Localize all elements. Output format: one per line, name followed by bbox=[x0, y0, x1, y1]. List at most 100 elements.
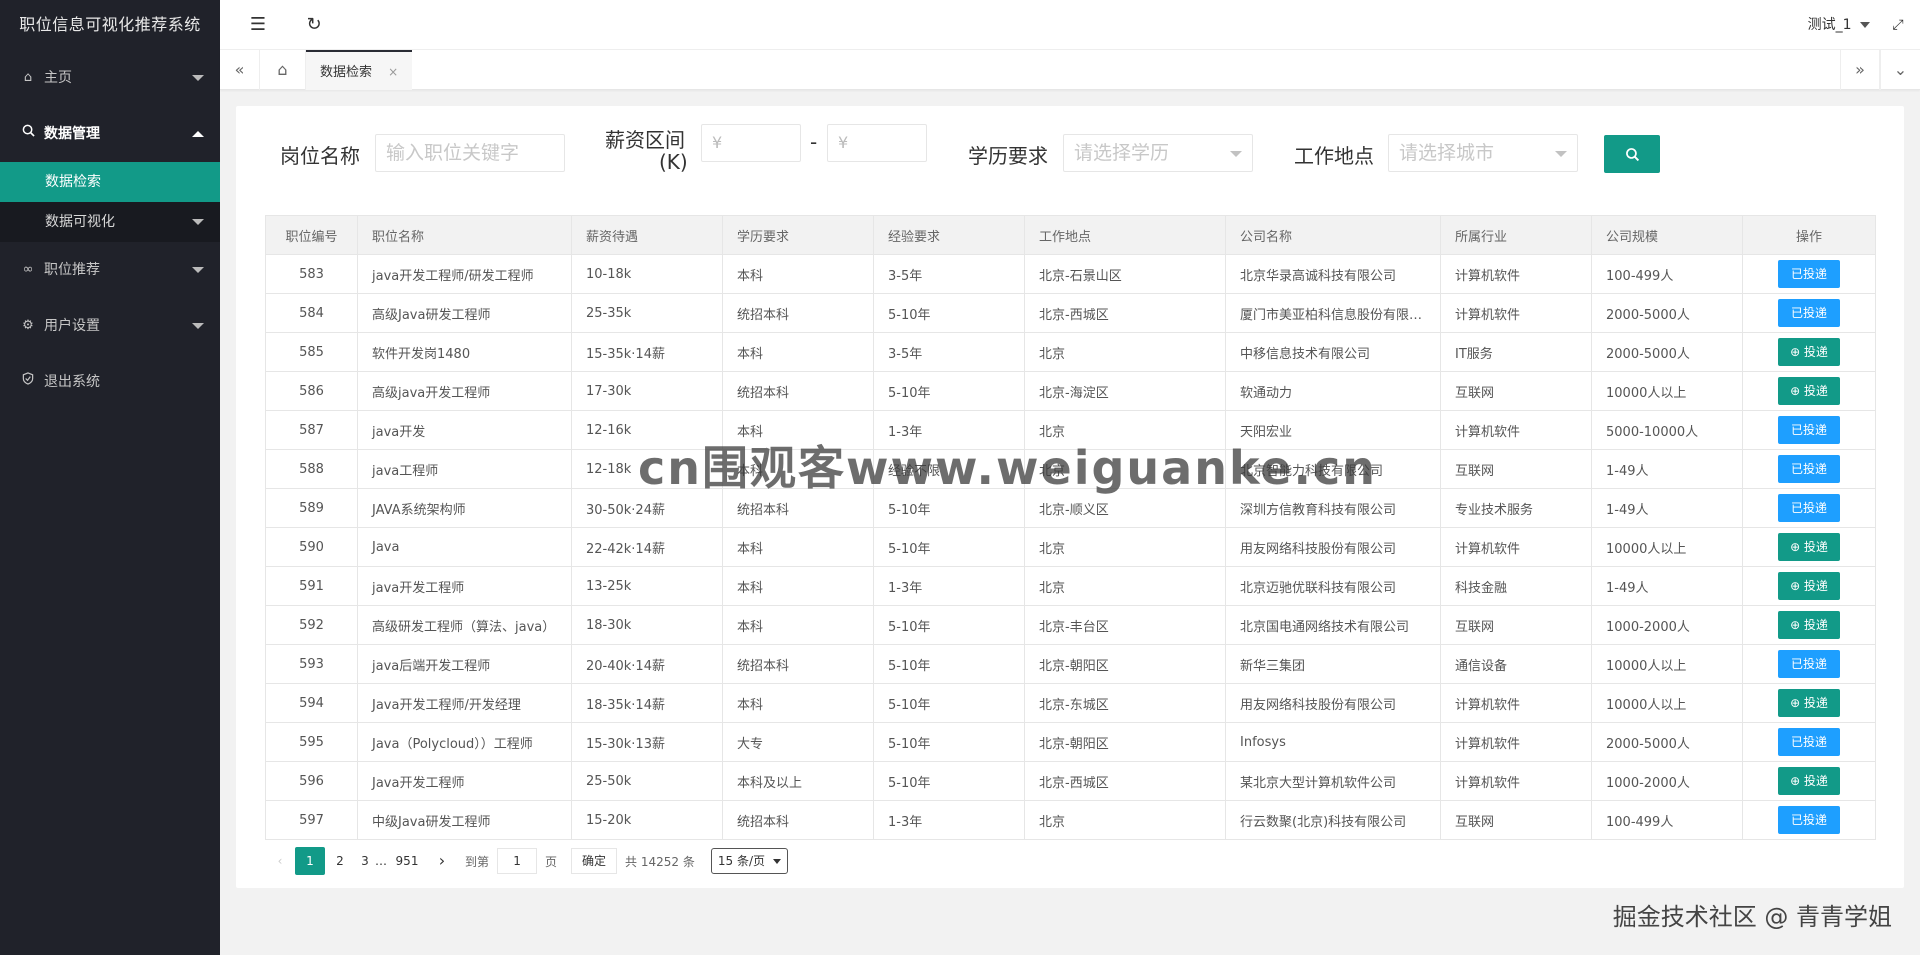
salary-unit-label: (K) bbox=[659, 150, 688, 174]
applied-button[interactable]: 已投递 bbox=[1778, 728, 1840, 756]
user-menu[interactable]: 测试_1 bbox=[1808, 0, 1870, 50]
cell-exp: 5-10年 bbox=[873, 761, 1025, 801]
apply-button[interactable]: ⊕ 投递 bbox=[1778, 377, 1840, 405]
cell-salary: 18-30k bbox=[571, 605, 723, 645]
fullscreen-icon[interactable]: ⤢ bbox=[1876, 0, 1920, 50]
cell-exp: 经验不限 bbox=[873, 449, 1025, 489]
prev-page-button[interactable]: ‹ bbox=[265, 847, 295, 875]
sidebar-subitem-data-search[interactable]: 数据检索 bbox=[0, 162, 220, 202]
tab-data-search[interactable]: 数据检索 × bbox=[306, 50, 413, 90]
cell-salary: 25-35k bbox=[571, 293, 723, 333]
cell-edu: 统招本科 bbox=[722, 488, 874, 528]
page-jump-input[interactable]: 1 bbox=[497, 848, 538, 874]
apply-button[interactable]: ⊕ 投递 bbox=[1778, 338, 1840, 366]
city-placeholder: 请选择城市 bbox=[1399, 142, 1495, 164]
page-button-1[interactable]: 1 bbox=[295, 847, 325, 875]
cell-city: 北京-石景山区 bbox=[1024, 254, 1226, 294]
top-header: ☰ ↻ 测试_1 ⤢ bbox=[220, 0, 1920, 50]
confirm-jump-button[interactable]: 确定 bbox=[571, 848, 618, 874]
cell-action: 已投递 bbox=[1742, 800, 1876, 840]
applied-button[interactable]: 已投递 bbox=[1778, 455, 1840, 483]
menu-toggle-icon[interactable]: ☰ bbox=[236, 0, 280, 50]
column-header: 公司名称 bbox=[1225, 215, 1441, 255]
cell-exp: 3-5年 bbox=[873, 254, 1025, 294]
goto-label: 到第 bbox=[465, 854, 490, 869]
cell-salary: 10-18k bbox=[571, 254, 723, 294]
cell-company: 厦门市美亚柏科信息股份有限公司 bbox=[1225, 293, 1441, 333]
cell-industry: 计算机软件 bbox=[1440, 761, 1592, 801]
cell-salary: 12-16k bbox=[571, 410, 723, 450]
refresh-icon[interactable]: ↻ bbox=[292, 0, 336, 50]
tabs-scroll-left-icon[interactable]: « bbox=[220, 50, 260, 90]
cell-id: 597 bbox=[265, 800, 358, 840]
next-page-button[interactable]: › bbox=[427, 847, 457, 875]
cell-city: 北京-顺义区 bbox=[1024, 488, 1226, 528]
applied-button[interactable]: 已投递 bbox=[1778, 806, 1840, 834]
education-select[interactable]: 请选择学历 bbox=[1063, 134, 1253, 172]
tab-bar: « ⌂ 数据检索 × » ⌄ bbox=[220, 50, 1920, 90]
home-tab-icon[interactable]: ⌂ bbox=[260, 50, 306, 90]
caret-down-icon bbox=[1860, 22, 1870, 28]
salary-max-input[interactable]: ¥ bbox=[827, 124, 927, 162]
cell-size: 1000-2000人 bbox=[1591, 761, 1743, 801]
page-ellipsis: … bbox=[375, 854, 387, 868]
tab-close-icon[interactable]: × bbox=[388, 65, 398, 79]
cell-edu: 统招本科 bbox=[722, 371, 874, 411]
cell-salary: 20-40k·14薪 bbox=[571, 644, 723, 684]
cell-industry: 计算机软件 bbox=[1440, 527, 1592, 567]
job-table-wrapper: 职位编号 职位名称 薪资待遇 学历要求 经验要求 工作地点 公司名称 所属行业 … bbox=[265, 215, 1876, 840]
cell-industry: 互联网 bbox=[1440, 449, 1592, 489]
page-size-select[interactable]: 15 条/页 bbox=[710, 848, 788, 874]
sidebar-item-user-settings[interactable]: ⚙ 用户设置 bbox=[0, 298, 220, 354]
salary-min-input[interactable]: ¥ bbox=[701, 124, 801, 162]
cell-action: 已投递 bbox=[1742, 410, 1876, 450]
sidebar-item-label: 数据可视化 bbox=[45, 214, 115, 230]
cell-name: 高级java开发工程师 bbox=[357, 371, 572, 411]
sidebar-item-logout[interactable]: 退出系统 bbox=[0, 354, 220, 410]
applied-button[interactable]: 已投递 bbox=[1778, 260, 1840, 288]
pagination: ‹ 1 2 3 … 951 › 到第 1 页 确定 共 14252 条 15 条… bbox=[265, 846, 788, 876]
sidebar-subnav: 数据检索 数据可视化 bbox=[0, 162, 220, 242]
table-row: 588 java工程师 12-18k 本科 经验不限 北京 北京智能力科技有限公司 互联网 1-… bbox=[265, 449, 1876, 489]
applied-button[interactable]: 已投递 bbox=[1778, 416, 1840, 444]
cell-company: Infosys bbox=[1225, 722, 1441, 762]
tabs-menu-icon[interactable]: ⌄ bbox=[1880, 50, 1920, 90]
search-button[interactable] bbox=[1604, 135, 1660, 173]
cell-action: ⊕ 投递 bbox=[1742, 527, 1876, 567]
page-button-last[interactable]: 951 bbox=[387, 847, 427, 875]
cell-size: 1-49人 bbox=[1591, 488, 1743, 528]
cell-industry: 通信设备 bbox=[1440, 644, 1592, 684]
page-button-3[interactable]: 3 bbox=[355, 847, 375, 875]
applied-button[interactable]: 已投递 bbox=[1778, 299, 1840, 327]
apply-button[interactable]: ⊕ 投递 bbox=[1778, 611, 1840, 639]
sidebar-item-data-management[interactable]: 数据管理 bbox=[0, 106, 220, 162]
page-button-2[interactable]: 2 bbox=[325, 847, 355, 875]
sidebar-item-job-recommendation[interactable]: ∞ 职位推荐 bbox=[0, 242, 220, 298]
table-row: 587 java开发 12-16k 本科 1-3年 北京 天阳宏业 计算机软件 5000-100… bbox=[265, 410, 1876, 450]
table-row: 594 Java开发工程师/开发经理 18-35k·14薪 本科 5-10年 北京-东城区… bbox=[265, 683, 1876, 723]
applied-button[interactable]: 已投递 bbox=[1778, 650, 1840, 678]
apply-button[interactable]: ⊕ 投递 bbox=[1778, 767, 1840, 795]
cell-company: 用友网络科技股份有限公司 bbox=[1225, 683, 1441, 723]
tabs-scroll-right-icon[interactable]: » bbox=[1840, 50, 1880, 90]
sidebar-item-home[interactable]: ⌂ 主页 bbox=[0, 50, 220, 106]
cell-id: 592 bbox=[265, 605, 358, 645]
table-row: 592 高级研发工程师（算法、java） 18-30k 本科 5-10年 北京-丰台区 北京… bbox=[265, 605, 1876, 645]
apply-button[interactable]: ⊕ 投递 bbox=[1778, 572, 1840, 600]
education-label: 学历要求 bbox=[968, 144, 1048, 168]
sidebar-subitem-data-visualization[interactable]: 数据可视化 bbox=[0, 202, 220, 242]
cell-industry: 互联网 bbox=[1440, 371, 1592, 411]
city-select[interactable]: 请选择城市 bbox=[1388, 134, 1578, 172]
apply-button[interactable]: ⊕ 投递 bbox=[1778, 689, 1840, 717]
apply-button[interactable]: ⊕ 投递 bbox=[1778, 533, 1840, 561]
cell-action: 已投递 bbox=[1742, 254, 1876, 294]
job-keyword-input[interactable]: 输入职位关键字 bbox=[375, 134, 565, 172]
cell-action: 已投递 bbox=[1742, 488, 1876, 528]
sidebar-item-label: 职位推荐 bbox=[44, 262, 100, 278]
cell-company: 天阳宏业 bbox=[1225, 410, 1441, 450]
applied-button[interactable]: 已投递 bbox=[1778, 494, 1840, 522]
cell-name: java工程师 bbox=[357, 449, 572, 489]
cell-company: 北京华录高诚科技有限公司 bbox=[1225, 254, 1441, 294]
table-row: 596 Java开发工程师 25-50k 本科及以上 5-10年 北京-西城区 某北京大型计… bbox=[265, 761, 1876, 801]
cell-city: 北京 bbox=[1024, 410, 1226, 450]
